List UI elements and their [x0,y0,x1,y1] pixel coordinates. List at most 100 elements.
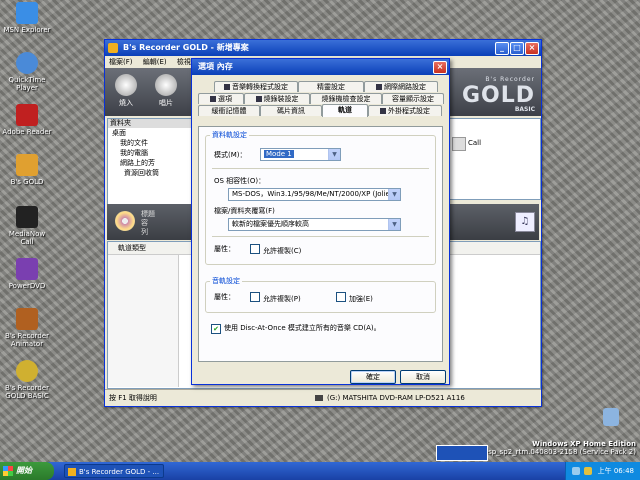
adobe-reader-icon [16,104,38,126]
tab-options[interactable]: 選項 [198,93,244,104]
status-help: 按 F1 取得說明 [109,394,157,402]
allow-copy-data-label: 允許複製(C) [263,247,302,255]
tab-burner-setup[interactable]: 燒錄裝設定 [244,93,310,104]
desktop-icon-adobe[interactable]: Adobe Reader [2,104,52,136]
mode-select[interactable]: Mode 1 ▼ [260,148,341,161]
tab-internet[interactable]: 網際網路設定 [364,81,438,92]
menu-file[interactable]: 檔案(F) [109,58,133,66]
emphasis-checkbox[interactable]: 加強(E) [336,292,373,304]
dao-checkbox[interactable]: ✔ 使用 Disc-At-Once 模式建立所有的音樂 CD(A)。 [211,323,381,334]
app-icon [108,43,118,53]
cancel-button[interactable]: 取消 [400,370,446,384]
app-statusbar: 按 F1 取得說明 (G:) MATSHITA DVD-RAM LP-D521 … [105,389,541,406]
tabs-row-3: 緩衝記憶體 碼片資訊 軌道 外掛程式設定 [194,104,447,117]
music-note-icon[interactable]: ♫ [515,212,535,232]
os-compat-label: OS 相容性(O)： [214,177,266,185]
music-converter-tab-icon [224,84,230,90]
tray-mini-window[interactable] [436,445,488,461]
brand-top: B's Recorder [485,76,535,83]
emphasis-label: 加強(E) [349,295,373,303]
drive-icon [315,395,323,401]
powerdvd-icon [16,258,38,280]
chevron-down-icon: ▼ [388,189,400,200]
tab-plugin[interactable]: 外掛程式設定 [368,105,442,116]
close-button[interactable]: × [525,42,539,55]
desktop-icon-gold-basic[interactable]: B's Recorder GOLD BASIC [2,360,52,400]
minimize-button[interactable]: _ [495,42,509,55]
tab-capacity-display[interactable]: 容量顯示設定 [382,93,444,104]
allow-copy-data-checkbox[interactable]: 允許複製(C) [250,244,301,256]
desktop-icon-label: B's Recorder GOLD BASIC [5,384,49,400]
allow-copy-audio-checkbox[interactable]: 允許複製(P) [250,292,301,304]
desktop-icon-bs-gold[interactable]: B's GOLD [2,154,52,186]
disc-button[interactable]: 唱片 [149,72,183,112]
tray-network-icon[interactable] [572,467,580,475]
overwrite-select[interactable]: 較新的檔案優先順序較高 ▼ [228,218,401,231]
dialog-close-button[interactable]: × [433,61,447,74]
tab-wizard[interactable]: 精靈設定 [298,81,364,92]
tab-disc-info[interactable]: 碼片資訊 [260,105,322,116]
maximize-button[interactable]: □ [510,42,524,55]
desktop-icon-powerdvd[interactable]: PowerDVD [2,258,52,290]
os-compat-select[interactable]: MS-DOS，Win3.1/95/98/Me/NT/2000/XP (Jolie… [228,188,401,201]
tab-burner-check[interactable]: 燒錄機檢查設定 [310,93,382,104]
checkbox-box [336,292,346,302]
brand-logo: B's Recorder GOLD BASIC [462,76,535,113]
audio-track-group-title: 音軌設定 [210,276,242,286]
burn-button[interactable]: 燒入 [109,72,143,112]
desktop-icon-label: MSN Explorer [3,26,51,34]
animator-icon [16,308,38,330]
call-file-label[interactable]: Call [468,139,481,147]
desktop-icon-medianow[interactable]: MediaNow Call [2,206,52,246]
tab-buffer-memory[interactable]: 緩衝記憶體 [198,105,260,116]
tab-label: 精靈設定 [317,83,345,91]
ok-button[interactable]: 確定 [350,370,396,384]
clock: 上午 06:48 [597,467,634,475]
divider [212,168,429,169]
desktop-icon-recycle[interactable] [586,408,636,428]
tab-label: 網際網路設定 [384,83,426,91]
os-compat-value: MS-DOS，Win3.1/95/98/Me/NT/2000/XP (Jolie… [232,190,396,198]
tab-label: 音樂轉換程式設定 [232,83,288,91]
taskbar-app-button[interactable]: B's Recorder GOLD - ... [64,464,164,478]
tab-label: 燒錄機檢查設定 [321,95,371,103]
project-list-label: 列 [141,228,148,236]
menu-edit[interactable]: 編輯(E) [143,58,167,66]
desktop-icon-label: MediaNow Call [8,230,46,246]
start-button[interactable]: 開始 [0,462,54,480]
dialog-title: 選項 內存 [198,62,233,71]
tab-music-converter[interactable]: 音樂轉換程式設定 [214,81,298,92]
windows-flag-icon [3,466,13,476]
desktop-icon-msn[interactable]: MSN Explorer [2,2,52,34]
tab-label: 燒錄裝設定 [263,95,299,103]
tab-track[interactable]: 軌道 [322,104,368,117]
right-file-panel: Call [441,118,541,200]
tabs-row-2: 選項 燒錄裝設定 燒錄機檢查設定 容量顯示設定 [194,93,447,104]
overwrite-value: 較新的檔案優先順序較高 [232,220,309,228]
desktop-icon-label: PowerDVD [8,282,46,290]
options-dialog: 選項 內存 × 音樂轉換程式設定 精靈設定 網際網路設定 選項 燒錄裝設定 燒錄… [191,58,450,385]
chevron-down-icon: ▼ [388,219,400,230]
chevron-down-icon: ▼ [328,149,340,160]
allow-copy-audio-label: 允許複製(P) [263,295,301,303]
burn-label: 燒入 [119,99,133,107]
app-titlebar[interactable]: B's Recorder GOLD - 新增專案 _ □ × [105,40,541,56]
quicktime-icon [16,52,38,74]
tab-label: 碼片資訊 [277,107,305,115]
recycle-bin-icon [603,408,619,426]
audio-track-group: 音軌設定 屬性： 允許複製(P) 加強(E) [205,276,436,313]
dao-label: 使用 Disc-At-Once 模式建立所有的音樂 CD(A)。 [224,324,381,332]
burn-icon [115,74,137,96]
desktop-icon-label: B's Recorder Animator [5,332,49,348]
mode-value: Mode 1 [264,150,294,158]
plugin-tab-icon [380,108,386,114]
internet-tab-icon [376,84,382,90]
dialog-titlebar[interactable]: 選項 內存 × [192,59,449,75]
mode-label: 模式(M)： [214,151,247,159]
desktop-icon-quicktime[interactable]: QuickTime Player [2,52,52,92]
tray-volume-icon[interactable] [584,467,592,475]
track-list [108,255,179,387]
desktop-icon-animator[interactable]: B's Recorder Animator [2,308,52,348]
system-tray: 上午 06:48 [565,462,640,480]
taskbar: 開始 B's Recorder GOLD - ... 上午 06:48 [0,462,640,480]
